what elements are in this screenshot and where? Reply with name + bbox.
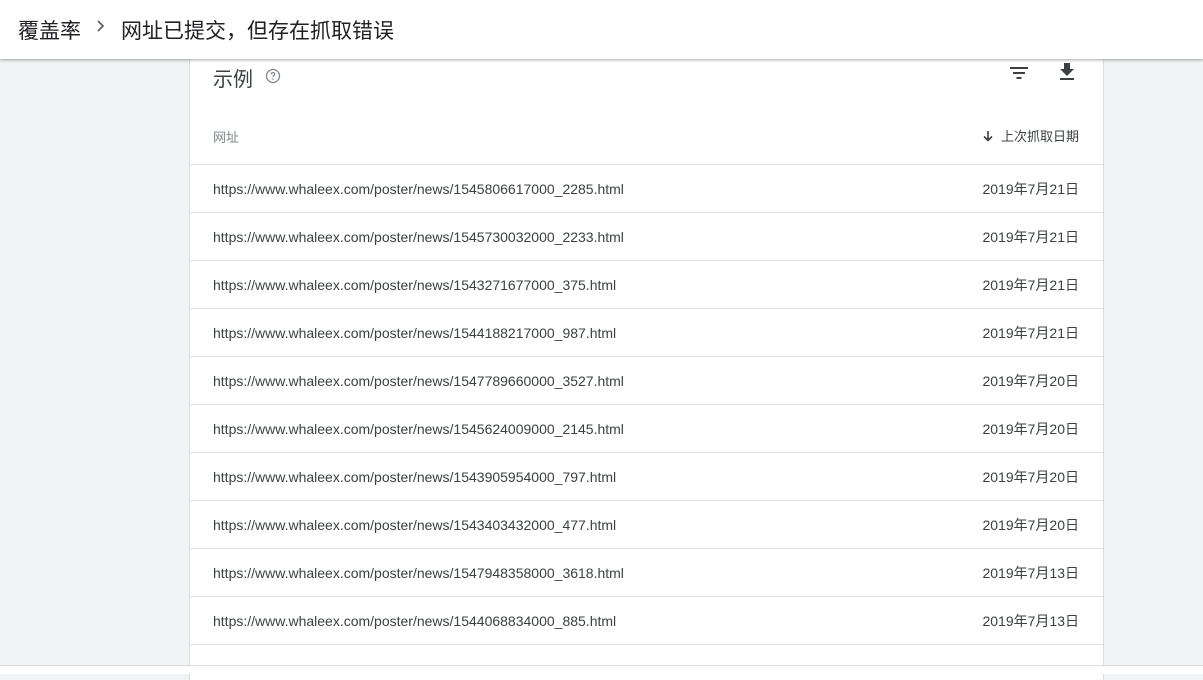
- column-header-url: 网址: [213, 130, 240, 145]
- breadcrumb-coverage-link[interactable]: 覆盖率: [18, 15, 81, 45]
- table-row[interactable]: https://www.whaleex.com/poster/news/1545…: [190, 404, 1103, 452]
- table-row[interactable]: https://www.whaleex.com/poster/news/1544…: [190, 308, 1103, 356]
- table-body: https://www.whaleex.com/poster/news/1545…: [190, 164, 1103, 645]
- table-row[interactable]: https://www.whaleex.com/poster/news/1545…: [190, 212, 1103, 260]
- row-url: https://www.whaleex.com/poster/news/1547…: [213, 564, 624, 581]
- top-app-bar: 覆盖率 网址已提交，但存在抓取错误: [0, 0, 1203, 59]
- table-row[interactable]: https://www.whaleex.com/poster/news/1543…: [190, 452, 1103, 500]
- row-url: https://www.whaleex.com/poster/news/1544…: [213, 324, 617, 341]
- row-date: 2019年7月20日: [982, 420, 1079, 437]
- table-row[interactable]: https://www.whaleex.com/poster/news/1543…: [190, 500, 1103, 548]
- row-date: 2019年7月20日: [982, 372, 1079, 389]
- row-date: 2019年7月21日: [982, 276, 1079, 293]
- filter-icon[interactable]: [1008, 62, 1030, 84]
- row-url: https://www.whaleex.com/poster/news/1545…: [213, 420, 624, 437]
- column-header-last-crawled[interactable]: 上次抓取日期: [981, 126, 1079, 145]
- table-row[interactable]: https://www.whaleex.com/poster/news/1543…: [190, 260, 1103, 308]
- row-url: https://www.whaleex.com/poster/news/1543…: [213, 516, 617, 533]
- arrow-down-icon: [983, 130, 993, 142]
- table-row[interactable]: https://www.whaleex.com/poster/news/1547…: [190, 548, 1103, 596]
- table-row[interactable]: https://www.whaleex.com/poster/news/1547…: [190, 356, 1103, 404]
- row-date: 2019年7月20日: [982, 468, 1079, 485]
- row-date: 2019年7月21日: [982, 324, 1079, 341]
- row-url: https://www.whaleex.com/poster/news/1545…: [213, 228, 624, 245]
- table-row[interactable]: https://www.whaleex.com/poster/news/1545…: [190, 164, 1103, 212]
- download-icon[interactable]: [1056, 60, 1078, 82]
- row-date: 2019年7月13日: [982, 612, 1079, 629]
- examples-card: 示例 网址 上次抓取日期 https://www.whaleex.com/pos…: [189, 40, 1104, 680]
- row-url: https://www.whaleex.com/poster/news/1545…: [213, 180, 624, 197]
- row-url: https://www.whaleex.com/poster/news/1544…: [213, 612, 617, 629]
- chevron-right-icon: [97, 20, 105, 32]
- column-header-date-label: 上次抓取日期: [1000, 129, 1079, 144]
- row-date: 2019年7月20日: [982, 516, 1079, 533]
- help-circle-icon[interactable]: [265, 68, 281, 84]
- card-title: 示例: [213, 69, 253, 91]
- row-date: 2019年7月21日: [982, 180, 1079, 197]
- row-date: 2019年7月21日: [982, 228, 1079, 245]
- table-row[interactable]: https://www.whaleex.com/poster/news/1544…: [190, 596, 1103, 645]
- row-date: 2019年7月13日: [982, 564, 1079, 581]
- row-url: https://www.whaleex.com/poster/news/1547…: [213, 372, 624, 389]
- page-title: 网址已提交，但存在抓取错误: [121, 20, 394, 43]
- row-url: https://www.whaleex.com/poster/news/1543…: [213, 276, 617, 293]
- row-url: https://www.whaleex.com/poster/news/1543…: [213, 468, 617, 485]
